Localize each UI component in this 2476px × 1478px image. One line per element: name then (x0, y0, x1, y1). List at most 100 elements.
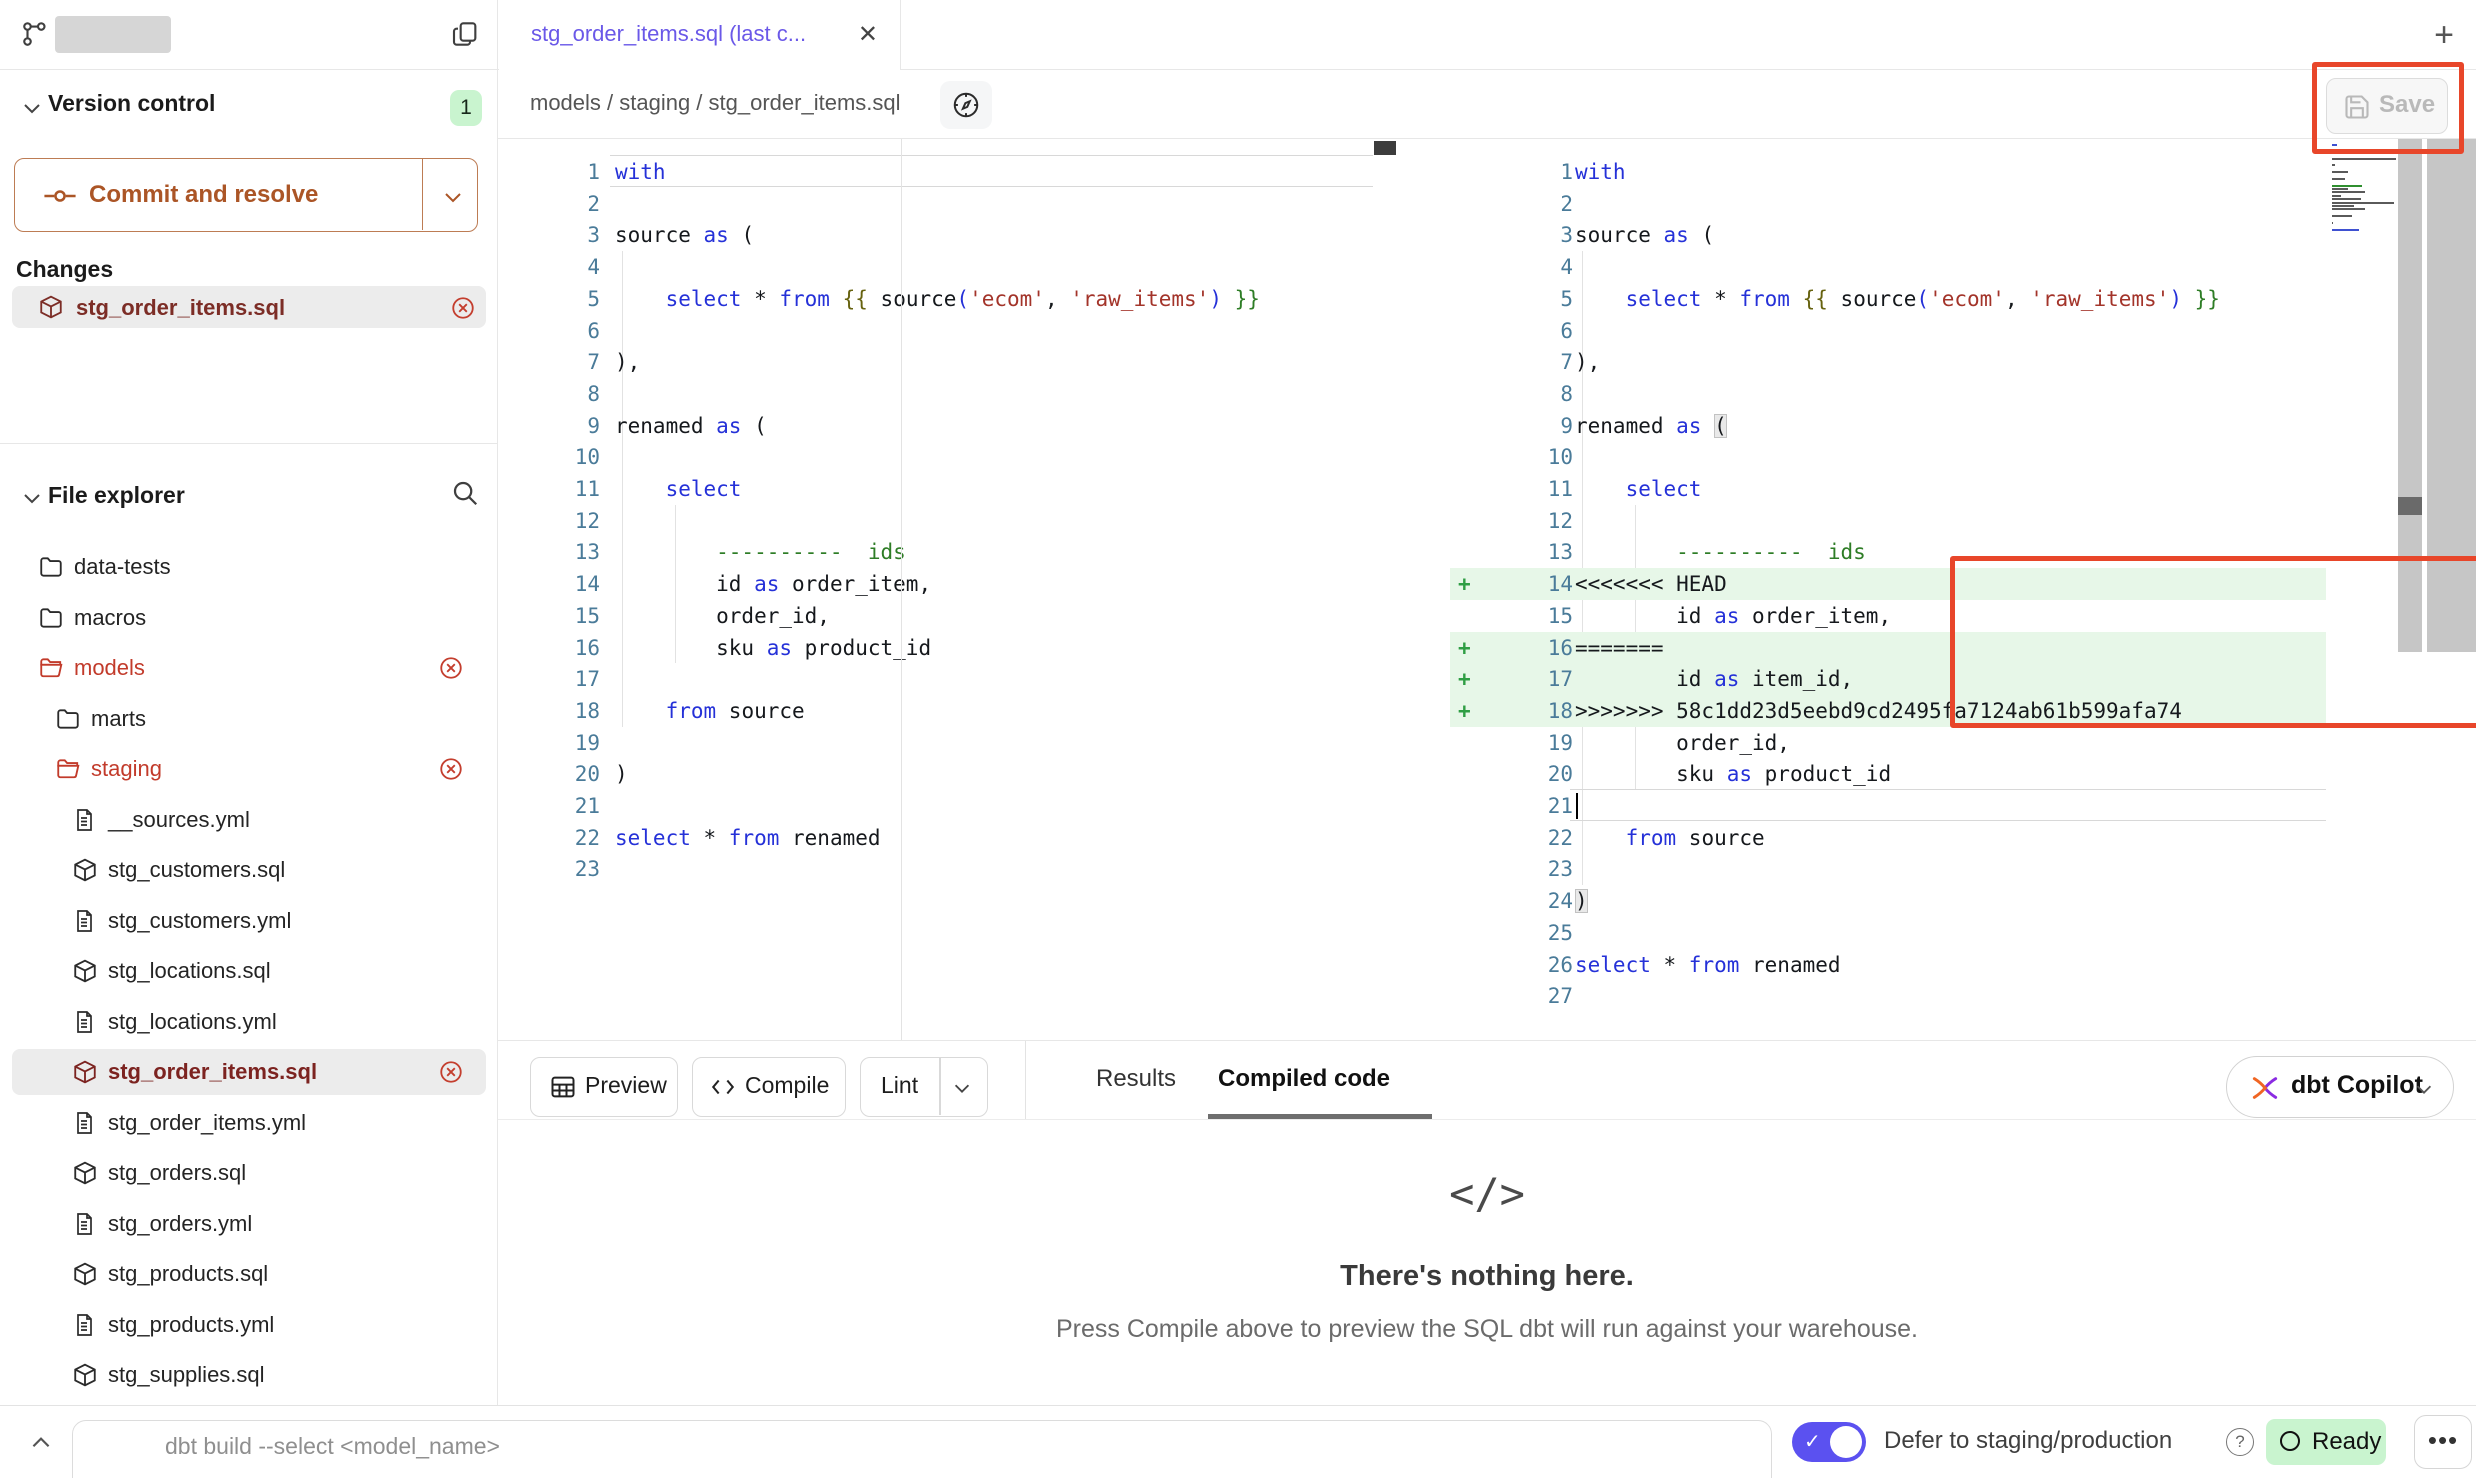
chevron-down-icon[interactable] (20, 486, 44, 510)
file-row-stg-order-items-yml[interactable]: stg_order_items.yml (0, 1098, 498, 1148)
line-number: 14 (530, 568, 600, 600)
compile-button[interactable]: Compile (692, 1057, 846, 1117)
empty-state-subtitle: Press Compile above to preview the SQL d… (498, 1315, 2476, 1344)
model-cube-icon (38, 294, 64, 320)
file-row-stg-products-yml[interactable]: stg_products.yml (0, 1300, 498, 1350)
tab-close-icon[interactable]: ✕ (858, 20, 878, 49)
branch-name-placeholder[interactable] (55, 16, 171, 53)
more-options-button[interactable]: ••• (2414, 1415, 2472, 1469)
lineage-button[interactable] (940, 81, 992, 129)
line-number: 20 (1503, 758, 1573, 790)
minimap-line (2332, 229, 2359, 231)
editor-pane-original[interactable]: 1with23source as (45 select * from {{ so… (498, 139, 1373, 1040)
file-row-data-tests[interactable]: data-tests (0, 542, 498, 592)
code-line: ) (1575, 885, 1588, 917)
minimap[interactable] (2332, 144, 2396, 214)
line-number: 19 (530, 727, 600, 759)
button-split-divider (422, 159, 424, 230)
line-number: 26 (1503, 949, 1573, 981)
code-icon (709, 1074, 737, 1100)
file-row-stg-order-items-sql[interactable]: stg_order_items.sql (0, 1047, 498, 1097)
right-scrollbar-thumb[interactable] (2398, 497, 2422, 515)
cube-icon (72, 958, 98, 984)
code-line: from source (615, 695, 805, 727)
copy-icon[interactable] (450, 16, 482, 52)
discard-change-icon[interactable] (438, 1059, 464, 1085)
folder-icon (38, 554, 64, 580)
line-number: 11 (1503, 473, 1573, 505)
line-number: 16 (530, 632, 600, 664)
code-line: id as order_item, (1575, 600, 1891, 632)
file-label: stg_order_items.yml (108, 1110, 306, 1136)
file-row-stg-locations-yml[interactable]: stg_locations.yml (0, 997, 498, 1047)
file-row-stg-orders-yml[interactable]: stg_orders.yml (0, 1199, 498, 1249)
line-number: 3 (1503, 219, 1573, 251)
code-line: ---------- ids (1575, 536, 1866, 568)
new-tab-button[interactable]: + (2424, 16, 2464, 56)
defer-toggle[interactable]: ✓ (1792, 1422, 1866, 1462)
branch-icon[interactable] (20, 18, 50, 50)
line-number: 3 (530, 219, 600, 251)
left-scrollbar-thumb[interactable] (1374, 141, 1396, 155)
breadcrumb-row: models / staging / stg_order_items.sql (498, 71, 2476, 139)
folder-open-icon (55, 756, 81, 782)
file-row-macros[interactable]: macros (0, 593, 498, 643)
file-row-stg-locations-sql[interactable]: stg_locations.sql (0, 946, 498, 996)
discard-change-icon[interactable] (450, 295, 476, 321)
preview-button[interactable]: Preview (530, 1057, 678, 1117)
file-row-stg-customers-sql[interactable]: stg_customers.sql (0, 845, 498, 895)
code-line: source as ( (1575, 219, 1714, 251)
sidebar-header (0, 0, 498, 70)
line-number: 23 (530, 853, 600, 885)
file-row-marts[interactable]: marts (0, 694, 498, 744)
active-line-highlight (610, 155, 1373, 187)
line-number: 11 (530, 473, 600, 505)
diff-plus-marker: + (1458, 632, 1471, 664)
file-row--sources-yml[interactable]: __sources.yml (0, 795, 498, 845)
changes-section-label: Changes (16, 256, 113, 283)
code-line: id as item_id, (1575, 663, 1853, 695)
line-number: 20 (530, 758, 600, 790)
minimap-line (2332, 164, 2335, 166)
code-line: renamed as ( (615, 410, 767, 442)
search-icon[interactable] (450, 478, 480, 508)
file-row-models[interactable]: models (0, 643, 498, 693)
lint-dropdown-chevron-icon[interactable] (951, 1077, 973, 1099)
minimap-line (2332, 222, 2333, 224)
commit-and-resolve-button[interactable]: Commit and resolve (14, 158, 478, 232)
discard-change-icon[interactable] (438, 655, 464, 681)
bottom-panel-toolbar: Preview Compile Lint Results Compiled co… (498, 1041, 2476, 1120)
toggle-knob (1830, 1426, 1862, 1458)
copilot-chevron-icon[interactable] (2413, 1078, 2435, 1100)
help-icon[interactable]: ? (2226, 1428, 2254, 1456)
changed-file-row[interactable]: stg_order_items.sql (12, 286, 486, 328)
commit-dropdown-chevron-icon[interactable] (441, 185, 465, 209)
line-number: 16 (1503, 632, 1573, 664)
diff-plus-marker: + (1458, 663, 1471, 695)
line-number: 17 (1503, 663, 1573, 695)
file-row-stg-orders-sql[interactable]: stg_orders.sql (0, 1148, 498, 1198)
dbt-copilot-button[interactable]: dbt Copilot (2226, 1056, 2454, 1118)
file-row-staging[interactable]: staging (0, 744, 498, 794)
tab-results[interactable]: Results (1096, 1065, 1176, 1093)
chevron-down-icon[interactable] (20, 96, 44, 120)
tab-compiled-code[interactable]: Compiled code (1218, 1065, 1390, 1093)
discard-change-icon[interactable] (438, 756, 464, 782)
line-number: 18 (1503, 695, 1573, 727)
chevron-up-icon[interactable] (28, 1430, 54, 1456)
doc-icon (72, 1110, 96, 1136)
file-row-stg-supplies-sql[interactable]: stg_supplies.sql (0, 1350, 498, 1400)
line-number: 23 (1503, 853, 1573, 885)
folder-icon (38, 605, 64, 631)
lint-button[interactable]: Lint (860, 1057, 988, 1117)
file-row-stg-customers-yml[interactable]: stg_customers.yml (0, 896, 498, 946)
minimap-line (2332, 198, 2361, 200)
command-input[interactable]: dbt build --select <model_name> (72, 1420, 1772, 1478)
code-line: <<<<<<< HEAD (1575, 568, 1727, 600)
defer-label: Defer to staging/production (1884, 1427, 2172, 1455)
doc-icon (72, 1312, 96, 1338)
line-number: 5 (530, 283, 600, 315)
tab-stg-order-items[interactable]: stg_order_items.sql (last c... ✕ (499, 0, 901, 70)
text-cursor (1576, 793, 1578, 819)
file-row-stg-products-sql[interactable]: stg_products.sql (0, 1249, 498, 1299)
